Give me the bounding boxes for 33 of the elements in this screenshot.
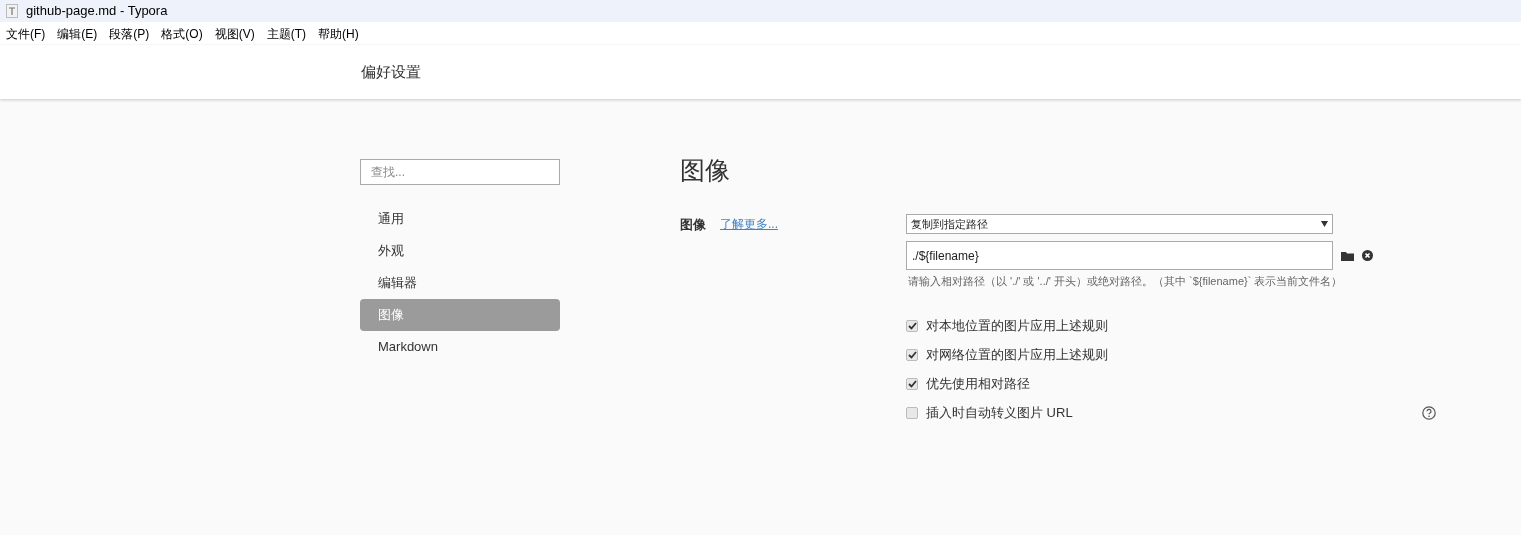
caret-icon [1321,221,1328,227]
sidebar-item[interactable]: 编辑器 [360,267,560,299]
menu-item[interactable]: 帮助(H) [318,24,359,43]
checkbox-label: 插入时自动转义图片 URL [926,404,1073,423]
menu-item[interactable]: 格式(O) [161,24,203,43]
menu-item[interactable]: 文件(F) [6,24,46,43]
folder-icon[interactable] [1341,250,1354,261]
section-heading: 图像 [680,155,731,185]
help-icon[interactable] [1422,406,1436,420]
sidebar-item[interactable]: Markdown [360,331,560,363]
checkbox-label: 优先使用相对路径 [926,375,1030,394]
document-icon [6,4,18,18]
checkbox[interactable] [906,320,918,332]
checkbox[interactable] [906,407,918,419]
checkbox[interactable] [906,378,918,390]
menu-item[interactable]: 编辑(E) [57,24,98,43]
header-title: 偏好设置 [361,61,421,82]
search-field[interactable]: 查找... [360,159,560,185]
checkbox[interactable] [906,349,918,361]
sidebar-item[interactable]: 外观 [360,235,560,267]
learn-more-link[interactable]: 了解更多... [720,215,778,233]
path-mode-dropdown[interactable]: 复制到指定路径 [906,214,1333,234]
window-title: github-page.md - Typora [26,2,168,21]
setting-label: 图像 [680,216,706,234]
checkbox-label: 对本地位置的图片应用上述规则 [926,317,1108,336]
path-hint: 请输入相对路径（以 './' 或 '../' 开头）或绝对路径。（其中 `${filename}` 表示当前文件名） [908,274,1344,289]
checkbox-label: 对网络位置的图片应用上述规则 [926,346,1108,365]
sidebar-item[interactable]: 通用 [360,203,560,235]
clear-icon[interactable] [1362,250,1373,261]
menu-item[interactable]: 主题(T) [266,24,306,43]
menu-item[interactable]: 视图(V) [214,24,255,43]
menu-item[interactable]: 段落(P) [109,24,150,43]
path-field[interactable]: ./${filename} [906,241,1333,270]
